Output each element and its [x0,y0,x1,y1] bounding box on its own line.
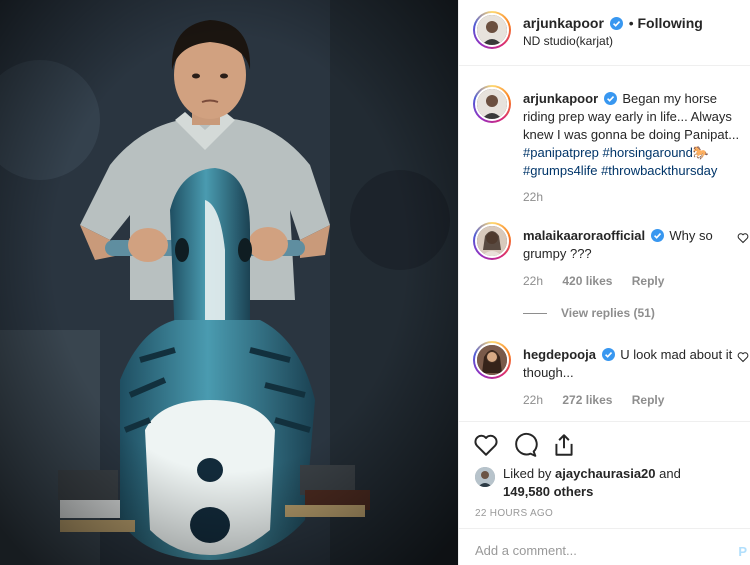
view-replies-button[interactable]: View replies (51) [523,306,655,320]
comment-meta: 22h 420 likes Reply [523,274,680,288]
comment-meta: 22h 272 likes Reply [523,393,680,407]
comment-likes[interactable]: 272 likes [562,393,612,407]
share-icon[interactable] [551,432,577,458]
caption-time: 22h [523,190,544,204]
comment-icon[interactable] [512,432,538,458]
post-timestamp: 22 HOURS AGO [475,508,554,519]
post-header: arjunkapoor • Following ND studio(karjat… [459,0,750,66]
caption-text: arjunkapoor Began my horse riding prep w… [523,90,741,180]
post-comment-button[interactable]: P [738,544,747,559]
verified-badge-icon [609,17,623,30]
hashtag-link[interactable]: #horsingaround [603,145,693,160]
comment-text: hegdepooja U look mad about it though... [523,346,741,382]
horse-emoji: 🐎 [692,145,710,160]
replies-line [523,313,547,315]
likes-summary: Liked by ajaychaurasia20 and 149,580 oth… [503,465,681,501]
likes-count[interactable]: 149,580 others [503,484,593,499]
liked-by-prefix: Liked by [503,466,552,481]
caption-meta: 22h [523,190,559,204]
comment-item: malaikaaroraofficial Why so grumpy ??? 2… [471,222,749,332]
add-comment-bar: P [459,528,750,565]
author-avatar[interactable] [473,11,511,49]
comment-like-icon[interactable] [737,232,749,244]
post-image [0,0,458,565]
comment-like-icon[interactable] [737,351,749,363]
verified-badge-icon [601,348,615,361]
post-sidebar: arjunkapoor • Following ND studio(karjat… [458,0,750,565]
liked-by-user[interactable]: ajaychaurasia20 [555,466,655,481]
action-bar: Liked by ajaychaurasia20 and 149,580 oth… [459,421,750,565]
commenter-avatar[interactable] [473,222,511,260]
heart-icon[interactable] [473,432,499,458]
comment-time: 22h [523,274,544,288]
verified-badge-icon [650,229,664,242]
author-username[interactable]: arjunkapoor [523,15,604,31]
caption-avatar[interactable] [473,85,511,123]
comment-item: hegdepooja U look mad about it though...… [471,341,749,416]
commenter-avatar[interactable] [473,341,511,379]
comment-likes[interactable]: 420 likes [562,274,612,288]
reply-button[interactable]: Reply [632,274,665,288]
liker-avatar[interactable] [475,467,495,487]
comment-text: malaikaaroraofficial Why so grumpy ??? [523,227,741,263]
hashtag-link[interactable]: #throwbackthursday [601,163,717,178]
separator-dot: • [628,15,634,31]
view-replies-label: View replies (51) [561,306,655,320]
caption: arjunkapoor Began my horse riding prep w… [471,85,743,205]
commenter-username[interactable]: hegdepooja [523,347,596,362]
verified-badge-icon [603,92,617,105]
reply-button[interactable]: Reply [632,393,665,407]
location-link[interactable]: ND studio(karjat) [523,34,613,48]
add-comment-input[interactable] [475,543,715,558]
commenter-username[interactable]: malaikaaroraofficial [523,228,645,243]
following-button[interactable]: Following [637,15,702,31]
hashtag-link[interactable]: #panipatprep [523,145,599,160]
comment-time: 22h [523,393,544,407]
caption-username[interactable]: arjunkapoor [523,91,598,106]
liked-by-and: and [659,466,681,481]
hashtag-link[interactable]: #grumps4life [523,163,597,178]
post-photo[interactable] [0,0,458,565]
